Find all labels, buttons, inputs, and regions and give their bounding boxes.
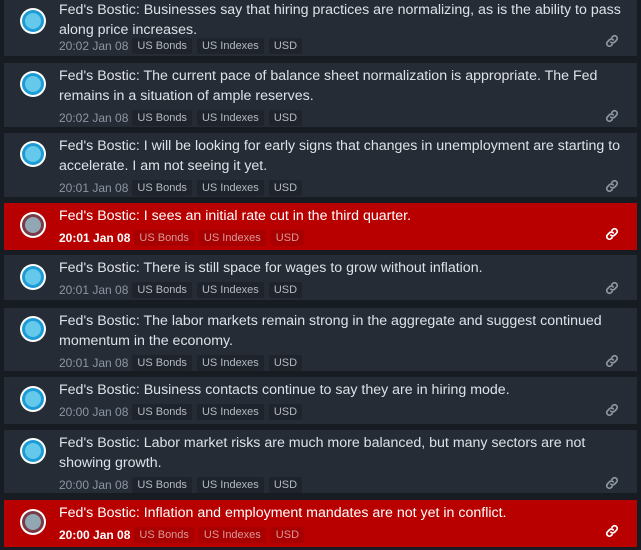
timestamp: 20:01 Jan 08 <box>59 355 129 370</box>
circle-avatar-icon <box>20 386 46 412</box>
timestamp: 20:00 Jan 08 <box>59 527 131 542</box>
circle-avatar-icon <box>20 264 46 290</box>
tag-badge[interactable]: US Bonds <box>132 403 192 420</box>
news-meta: 20:01 Jan 08 US Bonds US Indexes USD <box>59 179 307 196</box>
news-meta: 20:01 Jan 08 US Bonds US Indexes USD <box>59 229 309 246</box>
tag-badge[interactable]: US Indexes <box>196 179 264 196</box>
news-item[interactable]: Fed's Bostic: Labor market risks are muc… <box>4 430 637 493</box>
chain-link-icon[interactable] <box>605 281 619 295</box>
news-headline[interactable]: Fed's Bostic: Labor market risks are muc… <box>59 433 624 473</box>
tag-badge[interactable]: US Indexes <box>196 281 264 298</box>
tag-badge[interactable]: USD <box>268 476 303 493</box>
tag-badge[interactable]: USD <box>268 179 303 196</box>
tag-badge[interactable]: USD <box>270 229 305 246</box>
news-meta: 20:00 Jan 08 US Bonds US Indexes USD <box>59 476 307 493</box>
chain-link-icon[interactable] <box>605 476 619 490</box>
circle-avatar-icon <box>20 438 46 464</box>
tag-badge[interactable]: US Indexes <box>196 354 264 371</box>
news-meta: 20:00 Jan 08 US Bonds US Indexes USD <box>59 403 307 420</box>
tag-badge[interactable]: US Bonds <box>134 526 194 543</box>
circle-avatar-icon <box>20 212 46 238</box>
news-headline[interactable]: Fed's Bostic: The labor markets remain s… <box>59 311 624 351</box>
news-item[interactable]: Fed's Bostic: I sees an initial rate cut… <box>4 203 637 250</box>
tag-badge[interactable]: USD <box>268 37 303 54</box>
tag-badge[interactable]: US Indexes <box>196 403 264 420</box>
timestamp: 20:00 Jan 08 <box>59 404 129 419</box>
chain-link-icon[interactable] <box>605 179 619 193</box>
news-item[interactable]: Fed's Bostic: The current pace of balanc… <box>4 63 637 127</box>
tag-badge[interactable]: US Bonds <box>132 281 192 298</box>
tag-badge[interactable]: US Indexes <box>198 229 266 246</box>
news-meta: 20:01 Jan 08 US Bonds US Indexes USD <box>59 281 307 298</box>
tag-badge[interactable]: US Indexes <box>198 526 266 543</box>
news-item[interactable]: Fed's Bostic: I will be looking for earl… <box>4 133 637 197</box>
chain-link-icon[interactable] <box>605 403 619 417</box>
timestamp: 20:01 Jan 08 <box>59 230 131 245</box>
tag-badge[interactable]: USD <box>268 403 303 420</box>
news-item[interactable]: Fed's Bostic: Business contacts continue… <box>4 377 637 424</box>
news-item[interactable]: Fed's Bostic: Businesses say that hiring… <box>4 0 637 56</box>
circle-avatar-icon <box>20 8 46 34</box>
tag-badge[interactable]: US Bonds <box>134 229 194 246</box>
news-headline[interactable]: Fed's Bostic: I sees an initial rate cut… <box>59 206 624 226</box>
tag-badge[interactable]: US Bonds <box>132 354 192 371</box>
circle-avatar-icon <box>20 316 46 342</box>
news-item[interactable]: Fed's Bostic: There is still space for w… <box>4 255 637 300</box>
timestamp: 20:02 Jan 08 <box>59 38 129 53</box>
news-meta: 20:02 Jan 08 US Bonds US Indexes USD <box>59 37 307 54</box>
news-item[interactable]: Fed's Bostic: The labor markets remain s… <box>4 308 637 371</box>
tag-badge[interactable]: USD <box>268 354 303 371</box>
tag-badge[interactable]: US Bonds <box>132 109 192 126</box>
tag-badge[interactable]: USD <box>268 281 303 298</box>
tag-badge[interactable]: US Bonds <box>132 37 192 54</box>
tag-badge[interactable]: USD <box>268 109 303 126</box>
news-meta: 20:01 Jan 08 US Bonds US Indexes USD <box>59 354 307 371</box>
chain-link-icon[interactable] <box>605 227 619 241</box>
chain-link-icon[interactable] <box>605 524 619 538</box>
tag-badge[interactable]: US Indexes <box>196 109 264 126</box>
news-headline[interactable]: Fed's Bostic: Businesses say that hiring… <box>59 0 624 40</box>
tag-badge[interactable]: US Indexes <box>196 476 264 493</box>
news-headline[interactable]: Fed's Bostic: Business contacts continue… <box>59 380 624 400</box>
timestamp: 20:01 Jan 08 <box>59 180 129 195</box>
tag-badge[interactable]: USD <box>270 526 305 543</box>
news-headline[interactable]: Fed's Bostic: I will be looking for earl… <box>59 136 624 176</box>
news-meta: 20:00 Jan 08 US Bonds US Indexes USD <box>59 526 309 543</box>
circle-avatar-icon <box>20 509 46 535</box>
tag-badge[interactable]: US Bonds <box>132 476 192 493</box>
chain-link-icon[interactable] <box>605 354 619 368</box>
circle-avatar-icon <box>20 141 46 167</box>
news-headline[interactable]: Fed's Bostic: There is still space for w… <box>59 258 624 278</box>
news-meta: 20:02 Jan 08 US Bonds US Indexes USD <box>59 109 307 126</box>
news-headline[interactable]: Fed's Bostic: The current pace of balanc… <box>59 66 624 106</box>
tag-badge[interactable]: US Indexes <box>196 37 264 54</box>
chain-link-icon[interactable] <box>605 109 619 123</box>
news-item[interactable]: Fed's Bostic: Inflation and employment m… <box>4 500 637 547</box>
timestamp: 20:01 Jan 08 <box>59 282 129 297</box>
timestamp: 20:00 Jan 08 <box>59 477 129 492</box>
tag-badge[interactable]: US Bonds <box>132 179 192 196</box>
circle-avatar-icon <box>20 71 46 97</box>
news-headline[interactable]: Fed's Bostic: Inflation and employment m… <box>59 503 624 523</box>
timestamp: 20:02 Jan 08 <box>59 110 129 125</box>
chain-link-icon[interactable] <box>605 34 619 48</box>
